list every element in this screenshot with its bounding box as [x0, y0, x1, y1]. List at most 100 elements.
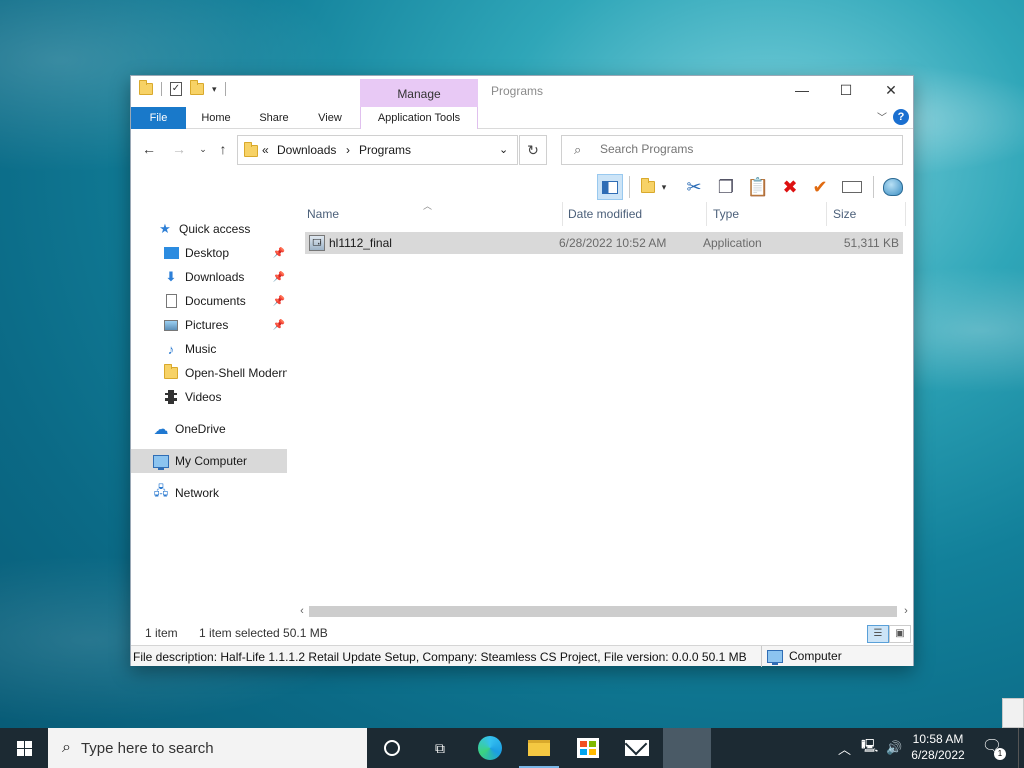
pin-icon: 📌: [272, 295, 285, 307]
edge-button[interactable]: [466, 728, 514, 768]
taskbar-search[interactable]: ⌕ Type here to search: [48, 728, 367, 768]
forward-button[interactable]: →: [169, 138, 189, 160]
tab-application-tools[interactable]: Application Tools: [360, 107, 478, 129]
back-button[interactable]: ←: [139, 138, 159, 160]
file-explorer-icon: [528, 740, 550, 756]
search-box[interactable]: ⌕: [561, 135, 903, 165]
maximize-button[interactable]: ☐: [825, 80, 867, 100]
nav-music[interactable]: ♪ Music: [131, 337, 287, 361]
cortana-button[interactable]: [368, 728, 416, 768]
status-bar: 1 item 1 item selected 50.1 MB ☰ ▣: [131, 622, 913, 644]
refresh-button[interactable]: ↻: [519, 135, 547, 165]
address-bar[interactable]: « Downloads › Programs ⌄: [237, 135, 518, 165]
cut-icon[interactable]: ✂: [681, 174, 707, 200]
start-button[interactable]: [0, 728, 48, 768]
volume-icon[interactable]: 🔊: [886, 740, 902, 756]
nav-desktop[interactable]: Desktop 📌: [131, 241, 287, 265]
store-button[interactable]: [564, 728, 612, 768]
nav-label: My Computer: [175, 454, 248, 468]
download-icon: ⬇: [165, 269, 177, 284]
shell-icon[interactable]: [880, 174, 906, 200]
computer-icon: [153, 453, 169, 470]
nav-pictures[interactable]: Pictures 📌: [131, 313, 287, 337]
properties-check-icon[interactable]: ✔: [807, 174, 833, 200]
taskbar-search-placeholder: Type here to search: [80, 739, 214, 757]
clock-date: 6/28/2022: [911, 748, 965, 762]
zone-indicator: Computer: [767, 649, 842, 665]
nav-quick-access[interactable]: ★ Quick access: [131, 217, 287, 241]
breadcrumb-programs[interactable]: Programs: [359, 143, 411, 157]
delete-icon[interactable]: ✖: [777, 174, 803, 200]
file-type: Application: [703, 236, 762, 250]
column-header-date[interactable]: Date modified: [560, 202, 705, 226]
tab-share[interactable]: Share: [249, 107, 299, 129]
scroll-left-icon[interactable]: ‹: [295, 603, 309, 620]
search-input[interactable]: [600, 142, 890, 156]
tab-home[interactable]: Home: [191, 107, 241, 129]
column-header-size[interactable]: Size: [825, 202, 905, 226]
rename-icon[interactable]: [839, 174, 865, 200]
up-button[interactable]: ↑: [213, 138, 233, 160]
close-button[interactable]: ✕: [870, 80, 912, 100]
zone-label: Computer: [789, 649, 842, 663]
scrollbar-thumb[interactable]: [309, 606, 897, 617]
collapse-ribbon-icon[interactable]: ﹀: [877, 109, 887, 124]
breadcrumb-overflow[interactable]: «: [262, 143, 269, 157]
nav-network[interactable]: 🖧 Network: [131, 481, 287, 505]
breadcrumb-separator[interactable]: ›: [346, 143, 350, 157]
clock[interactable]: 10:58 AM 6/28/2022: [906, 731, 970, 763]
address-dropdown-icon[interactable]: ⌄: [499, 143, 508, 156]
nav-downloads[interactable]: ⬇ Downloads 📌: [131, 265, 287, 289]
minimize-button[interactable]: —: [781, 80, 823, 100]
selection-info: 1 item selected 50.1 MB: [199, 626, 328, 640]
table-row[interactable]: 🗔 hl1112_final 6/28/2022 10:52 AM Applic…: [305, 232, 903, 254]
recent-locations-icon[interactable]: ⌄: [193, 138, 213, 160]
details-view-icon[interactable]: ☰: [867, 625, 889, 643]
new-folder-icon[interactable]: [190, 80, 204, 95]
folder-options-dropdown-icon[interactable]: ▾: [657, 174, 671, 200]
help-icon[interactable]: ?: [893, 109, 909, 125]
document-icon: [163, 293, 179, 309]
edge-icon: [478, 736, 502, 760]
file-explorer-button[interactable]: [515, 728, 563, 768]
cloud-icon: ☁: [153, 421, 169, 438]
breadcrumb-downloads[interactable]: Downloads: [277, 143, 336, 157]
task-view-button[interactable]: ⧉: [416, 728, 464, 768]
horizontal-scrollbar[interactable]: ‹ ›: [295, 603, 913, 620]
column-header-type[interactable]: Type: [705, 202, 825, 226]
nav-label: Downloads: [185, 270, 245, 284]
nav-label: Documents: [185, 294, 246, 308]
scroll-right-icon[interactable]: ›: [899, 603, 913, 620]
nav-my-computer[interactable]: My Computer: [131, 449, 287, 473]
file-explorer-window: ✓ ▾ Manage Programs — ☐ ✕ File Home Shar…: [130, 75, 914, 667]
show-hidden-icons-icon[interactable]: ︿: [838, 739, 851, 758]
tab-view[interactable]: View: [307, 107, 353, 129]
folder-icon: [163, 364, 179, 381]
file-list: ︿ Name Date modified Type Size 🗔 hl1112_…: [295, 201, 913, 616]
action-center-button[interactable]: 🗨 1: [980, 736, 1006, 760]
paste-icon[interactable]: 📋: [745, 174, 771, 200]
layout-pane-icon[interactable]: [597, 174, 623, 200]
copy-icon[interactable]: ❐: [713, 174, 739, 200]
navigation-pane: ★ Quick access Desktop 📌 ⬇ Downloads 📌 D…: [131, 206, 294, 616]
music-icon: ♪: [167, 341, 175, 357]
network-status-icon[interactable]: 🖳: [861, 737, 878, 759]
nav-onedrive[interactable]: ☁ OneDrive: [131, 417, 287, 441]
nav-documents[interactable]: Documents 📌: [131, 289, 287, 313]
file-size: 51,311 KB: [843, 236, 899, 250]
column-header-name[interactable]: Name: [299, 202, 561, 226]
mail-button[interactable]: [613, 728, 661, 768]
desktop-edge-widget[interactable]: [1002, 698, 1024, 728]
qat-dropdown-icon[interactable]: ▾: [212, 84, 217, 95]
folder-icon: [244, 142, 258, 157]
show-desktop-button[interactable]: [1018, 728, 1024, 768]
nav-videos[interactable]: Videos: [131, 385, 287, 409]
cortana-icon: [384, 740, 400, 756]
active-window-button[interactable]: [663, 728, 711, 768]
properties-icon[interactable]: ✓: [170, 82, 182, 96]
tab-file[interactable]: File: [131, 107, 186, 129]
column-separator[interactable]: [905, 202, 906, 226]
nav-open-shell-modern[interactable]: Open-Shell Modern: [131, 361, 287, 385]
star-icon: ★: [159, 221, 171, 236]
large-icons-view-icon[interactable]: ▣: [889, 625, 911, 643]
